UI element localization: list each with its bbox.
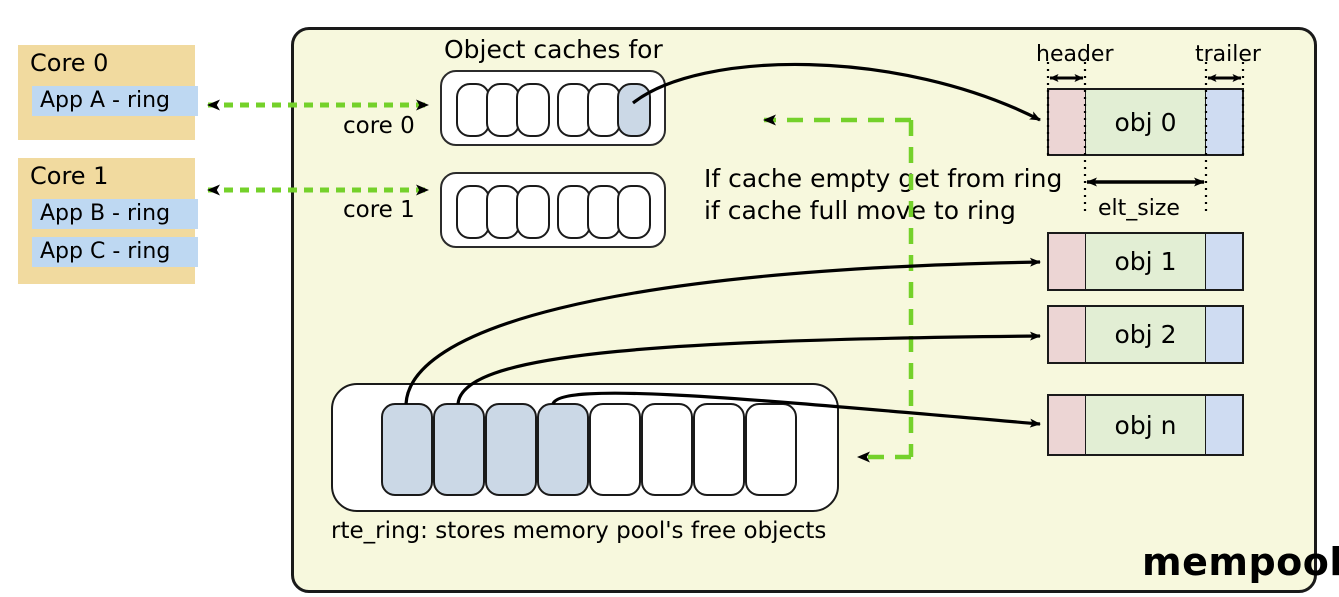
arrow-ring-to-obj-2 — [456, 331, 1041, 405]
trailer-dimension — [1204, 62, 1245, 212]
arrow-ring-to-obj-1 — [404, 257, 1041, 405]
arrow-ring-to-obj-n — [551, 391, 1041, 428]
diagram-canvas: mempool Core 0 App A - ring Core 1 App B… — [0, 0, 1339, 597]
header-dimension — [1046, 62, 1087, 212]
connector-layer — [207, 62, 1245, 463]
arrow-cache-to-obj-0 — [632, 62, 1041, 122]
